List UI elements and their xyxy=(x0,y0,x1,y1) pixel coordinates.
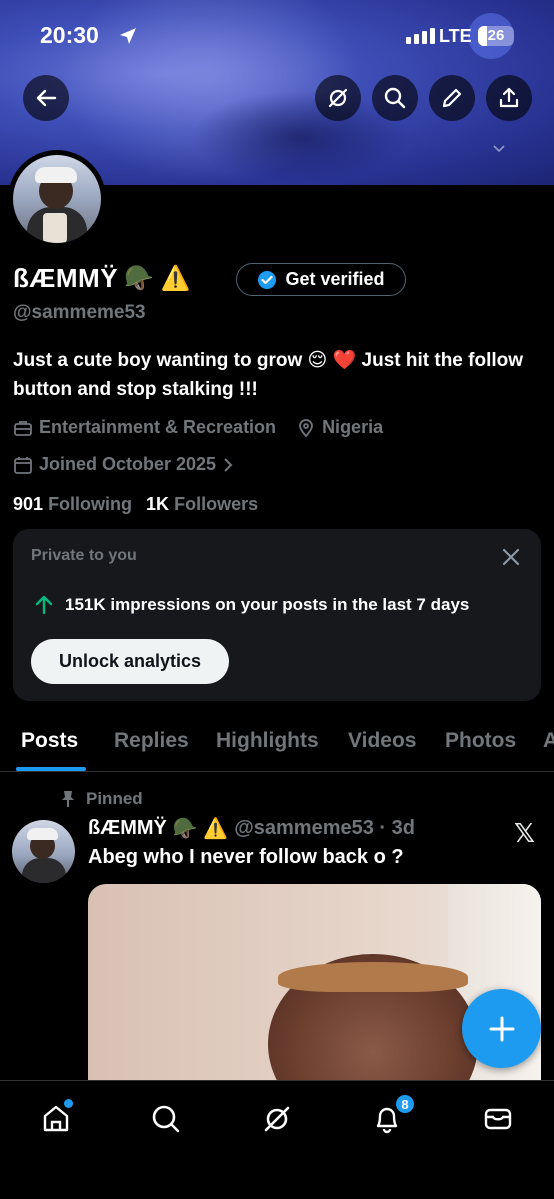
analytics-card: Private to you 151K impressions on your … xyxy=(13,529,541,701)
get-verified-button[interactable]: Get verified xyxy=(236,263,406,296)
post-text: Abeg who I never follow back o ? xyxy=(88,846,404,868)
grok-icon xyxy=(328,88,348,108)
profile-bio: Just a cute boy wanting to grow 😌 ❤️ Jus… xyxy=(13,350,524,400)
back-button[interactable] xyxy=(23,75,69,121)
followers-label: Followers xyxy=(174,494,259,514)
display-name: ßÆMMŸ xyxy=(13,262,119,293)
search-icon xyxy=(152,1105,180,1133)
tab-replies[interactable]: Replies xyxy=(114,729,189,753)
battery-icon: 26 xyxy=(478,26,514,46)
bottom-nav xyxy=(0,1080,554,1199)
post-author-handle-time[interactable]: @sammeme53 · 3d xyxy=(234,817,415,840)
get-verified-label: Get verified xyxy=(285,269,385,289)
unlock-analytics-button[interactable]: Unlock analytics xyxy=(31,639,229,684)
notifications-badge: 8 xyxy=(394,1093,416,1115)
nav-search[interactable] xyxy=(146,1099,186,1139)
battery-level: 26 xyxy=(487,27,505,44)
post-author-avatar[interactable] xyxy=(12,820,75,883)
active-tab-indicator xyxy=(16,767,86,771)
name-row: ßÆMMŸ 🪖 ⚠️ xyxy=(13,261,190,295)
joined-row[interactable]: Joined October 2025 xyxy=(13,454,234,475)
pin-icon xyxy=(62,791,74,807)
tab-articles[interactable]: A xyxy=(543,729,554,753)
profile-location: Nigeria xyxy=(322,417,384,437)
nav-home[interactable] xyxy=(36,1099,76,1139)
post-author-emojis: 🪖 ⚠️ xyxy=(172,818,229,840)
post-header: ßÆMMŸ 🪖 ⚠️ @sammeme53 · 3d xyxy=(88,816,415,841)
impressions-stat: 151K impressions on your posts in the la… xyxy=(35,595,469,615)
analytics-card-title: Private to you xyxy=(31,547,137,564)
signal-icon xyxy=(406,28,435,44)
calendar-icon xyxy=(14,456,32,474)
share-icon xyxy=(499,87,519,108)
status-time: 20:30 xyxy=(40,22,99,48)
nav-messages[interactable] xyxy=(478,1099,518,1139)
profile-meta-row: Entertainment & Recreation Nigeria xyxy=(13,417,383,438)
compose-post-button[interactable] xyxy=(462,989,541,1068)
tab-photos[interactable]: Photos xyxy=(445,729,516,753)
status-bar: 20:30 LTE 26 xyxy=(0,0,554,72)
chevron-down-icon[interactable] xyxy=(492,144,506,154)
mail-icon xyxy=(484,1108,512,1130)
pencil-icon xyxy=(442,88,462,108)
following-label: Following xyxy=(48,494,133,514)
pinned-label-row: Pinned xyxy=(60,789,143,809)
search-icon xyxy=(384,87,406,109)
share-button[interactable] xyxy=(486,75,532,121)
tab-posts[interactable]: Posts xyxy=(21,729,78,753)
grok-icon xyxy=(264,1106,290,1132)
followers-count: 1K xyxy=(146,494,170,514)
plus-icon xyxy=(489,1016,514,1041)
profile-avatar[interactable] xyxy=(13,155,101,243)
following-count: 901 xyxy=(13,494,44,514)
location-pin-icon xyxy=(299,418,313,437)
chevron-right-icon xyxy=(224,457,233,472)
home-notification-dot xyxy=(64,1099,73,1108)
followers-link[interactable]: 1K Followers xyxy=(146,494,258,515)
profile-tabs: Posts Replies Highlights Videos Photos A xyxy=(0,720,554,772)
name-emojis: 🪖 ⚠️ xyxy=(124,264,191,292)
location-arrow-icon xyxy=(120,28,136,44)
network-type: LTE xyxy=(439,26,472,46)
profile-category: Entertainment & Recreation xyxy=(39,417,277,437)
back-arrow-icon xyxy=(36,89,57,107)
follow-stats: 901 Following 1K Followers xyxy=(13,494,258,515)
edit-button[interactable] xyxy=(429,75,475,121)
tab-videos[interactable]: Videos xyxy=(348,729,416,753)
profile-handle: @sammeme53 xyxy=(13,302,146,323)
x-logo-icon[interactable]: 𝕏 xyxy=(514,818,535,849)
tab-highlights[interactable]: Highlights xyxy=(216,729,319,753)
pinned-label: Pinned xyxy=(86,789,143,808)
impressions-text: 151K impressions on your posts in the la… xyxy=(65,595,470,614)
briefcase-icon xyxy=(14,420,32,436)
post-author-name[interactable]: ßÆMMŸ xyxy=(88,817,167,840)
grok-button[interactable] xyxy=(315,75,361,121)
arrow-up-icon xyxy=(35,595,53,615)
close-icon[interactable] xyxy=(499,545,523,569)
following-link[interactable]: 901 Following xyxy=(13,494,132,515)
verified-badge-icon xyxy=(258,270,277,289)
search-button[interactable] xyxy=(372,75,418,121)
nav-grok[interactable] xyxy=(257,1099,297,1139)
profile-joined: Joined October 2025 xyxy=(39,454,217,474)
